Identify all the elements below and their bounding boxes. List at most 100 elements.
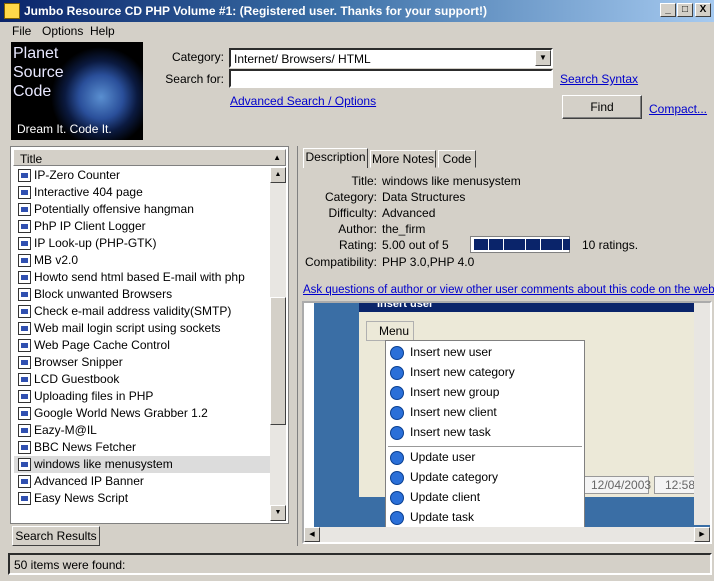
results-list: IP-Zero Counter Interactive 404 page Poten… [14, 167, 272, 507]
list-item[interactable]: windows like menusystem [14, 456, 272, 473]
scroll-down-icon[interactable]: ▼ [270, 505, 286, 521]
list-item-label: Interactive 404 page [34, 185, 143, 199]
rating-segment [533, 239, 541, 250]
menu-help[interactable]: Help [90, 24, 115, 38]
code-file-icon [18, 390, 31, 403]
preview-menu-item: Update task [410, 510, 475, 524]
chevron-down-icon[interactable]: ▼ [535, 50, 551, 66]
minimize-button[interactable]: _ [660, 3, 676, 17]
advanced-search-link[interactable]: Advanced Search / Options [230, 94, 376, 108]
preview-horizontal-scrollbar[interactable]: ◀ ▶ [304, 527, 710, 542]
list-item[interactable]: Google World News Grabber 1.2 [14, 405, 272, 422]
results-vertical-scrollbar[interactable]: ▲ ▼ [270, 167, 286, 521]
list-item-label: Easy News Script [34, 491, 129, 505]
menu-options[interactable]: Options [42, 24, 83, 38]
list-item[interactable]: IP-Zero Counter [14, 167, 272, 184]
search-syntax-link[interactable]: Search Syntax [560, 72, 638, 86]
list-item[interactable]: Easy News Script [14, 490, 272, 507]
find-button[interactable]: Find [562, 95, 642, 119]
list-item-label: MB v2.0 [34, 253, 79, 267]
rating-segment [540, 239, 548, 250]
sort-up-icon: ▲ [273, 153, 281, 162]
list-item[interactable]: IP Look-up (PHP-GTK) [14, 235, 272, 252]
compatibility-value: PHP 3.0,PHP 4.0 [382, 255, 475, 269]
list-item-label: Eazy-M@IL [34, 423, 97, 437]
list-item-label: Check e-mail address validity(SMTP) [34, 304, 232, 318]
list-item[interactable]: Web mail login script using sockets [14, 320, 272, 337]
code-file-icon [18, 407, 31, 420]
results-list-panel: Title ▲ IP-Zero Counter Interactive 404 p… [10, 146, 289, 524]
menu-file[interactable]: File [12, 24, 31, 38]
list-item[interactable]: Advanced IP Banner [14, 473, 272, 490]
maximize-button[interactable]: □ [677, 3, 693, 17]
list-item[interactable]: Check e-mail address validity(SMTP) [14, 303, 272, 320]
list-item[interactable]: Interactive 404 page [14, 184, 272, 201]
browser-icon [390, 511, 404, 525]
tab-description[interactable]: Description [303, 148, 368, 168]
app-icon [4, 3, 20, 19]
preview-menu-item: Insert new group [410, 385, 500, 399]
code-file-icon [18, 492, 31, 505]
tab-more-notes[interactable]: More Notes [370, 150, 436, 168]
list-item-label: LCD Guestbook [34, 372, 120, 386]
list-item[interactable]: Howto send html based E-mail with php [14, 269, 272, 286]
preview-menu-item: Insert new client [410, 405, 497, 419]
preview-menu-button: Menu [366, 321, 414, 341]
list-item[interactable]: BBC News Fetcher [14, 439, 272, 456]
rating-segment [496, 239, 504, 250]
list-item-label: Block unwanted Browsers [34, 287, 173, 301]
list-item[interactable]: LCD Guestbook [14, 371, 272, 388]
list-item[interactable]: MB v2.0 [14, 252, 272, 269]
code-file-icon [18, 288, 31, 301]
logo-line-2: Source [13, 64, 64, 81]
code-file-icon [18, 356, 31, 369]
list-item[interactable]: Web Page Cache Control [14, 337, 272, 354]
code-file-icon [18, 254, 31, 267]
compact-link[interactable]: Compact... [649, 102, 707, 116]
list-item[interactable]: Potentially offensive hangman [14, 201, 272, 218]
close-button[interactable]: X [695, 3, 711, 17]
code-file-icon [18, 373, 31, 386]
list-item[interactable]: Browser Snipper [14, 354, 272, 371]
rating-value: 5.00 out of 5 [382, 238, 449, 252]
title-column-header[interactable]: Title ▲ [13, 149, 286, 166]
rating-segment [474, 239, 481, 250]
status-text: 50 items were found: [14, 558, 126, 572]
rating-segment [511, 239, 518, 250]
scroll-up-icon[interactable]: ▲ [270, 167, 286, 183]
preview-image: Insert user Menu 12/04/2003 12:58 Insert… [314, 303, 710, 527]
ratings-count: 10 ratings. [582, 238, 639, 252]
list-item[interactable]: PhP IP Client Logger [14, 218, 272, 235]
ask-author-link[interactable]: Ask questions of author or view other us… [303, 284, 714, 296]
code-file-icon [18, 203, 31, 216]
tab-code[interactable]: Code [438, 150, 476, 168]
window-title: Jumbo Resource CD PHP Volume #1: (Regist… [24, 4, 487, 18]
code-file-icon [18, 186, 31, 199]
preview-menu-item: Update user [410, 450, 476, 464]
preview-date: 12/04/2003 [584, 476, 651, 494]
code-file-icon [18, 441, 31, 454]
status-bar: 50 items were found: [8, 553, 712, 575]
search-input[interactable] [229, 69, 553, 88]
title-bar: Jumbo Resource CD PHP Volume #1: (Regist… [0, 0, 714, 22]
code-file-icon [18, 475, 31, 488]
list-item-label: Web mail login script using sockets [34, 321, 221, 335]
scroll-left-icon[interactable]: ◀ [304, 527, 320, 542]
scroll-thumb[interactable] [270, 297, 286, 425]
list-item[interactable]: Uploading files in PHP [14, 388, 272, 405]
list-item[interactable]: Block unwanted Browsers [14, 286, 272, 303]
list-item-label: Advanced IP Banner [34, 474, 144, 488]
preview-menu-item: Update category [410, 470, 499, 484]
preview-menu-item: Insert new user [410, 345, 493, 359]
code-file-icon [18, 237, 31, 250]
list-item[interactable]: Eazy-M@IL [14, 422, 272, 439]
preview-vertical-scrollbar[interactable] [694, 303, 710, 525]
list-item-label: IP Look-up (PHP-GTK) [34, 236, 157, 250]
menu-bar: File Options Help [0, 22, 714, 40]
preview-menu-item: Update client [410, 490, 481, 504]
scroll-right-icon[interactable]: ▶ [694, 527, 710, 542]
tab-search-results[interactable]: Search Results [12, 526, 100, 546]
compatibility-label: Compatibility: [304, 255, 377, 269]
category-select[interactable]: Internet/ Browsers/ HTML ▼ [229, 48, 553, 68]
logo-line-3: Code [13, 83, 52, 100]
